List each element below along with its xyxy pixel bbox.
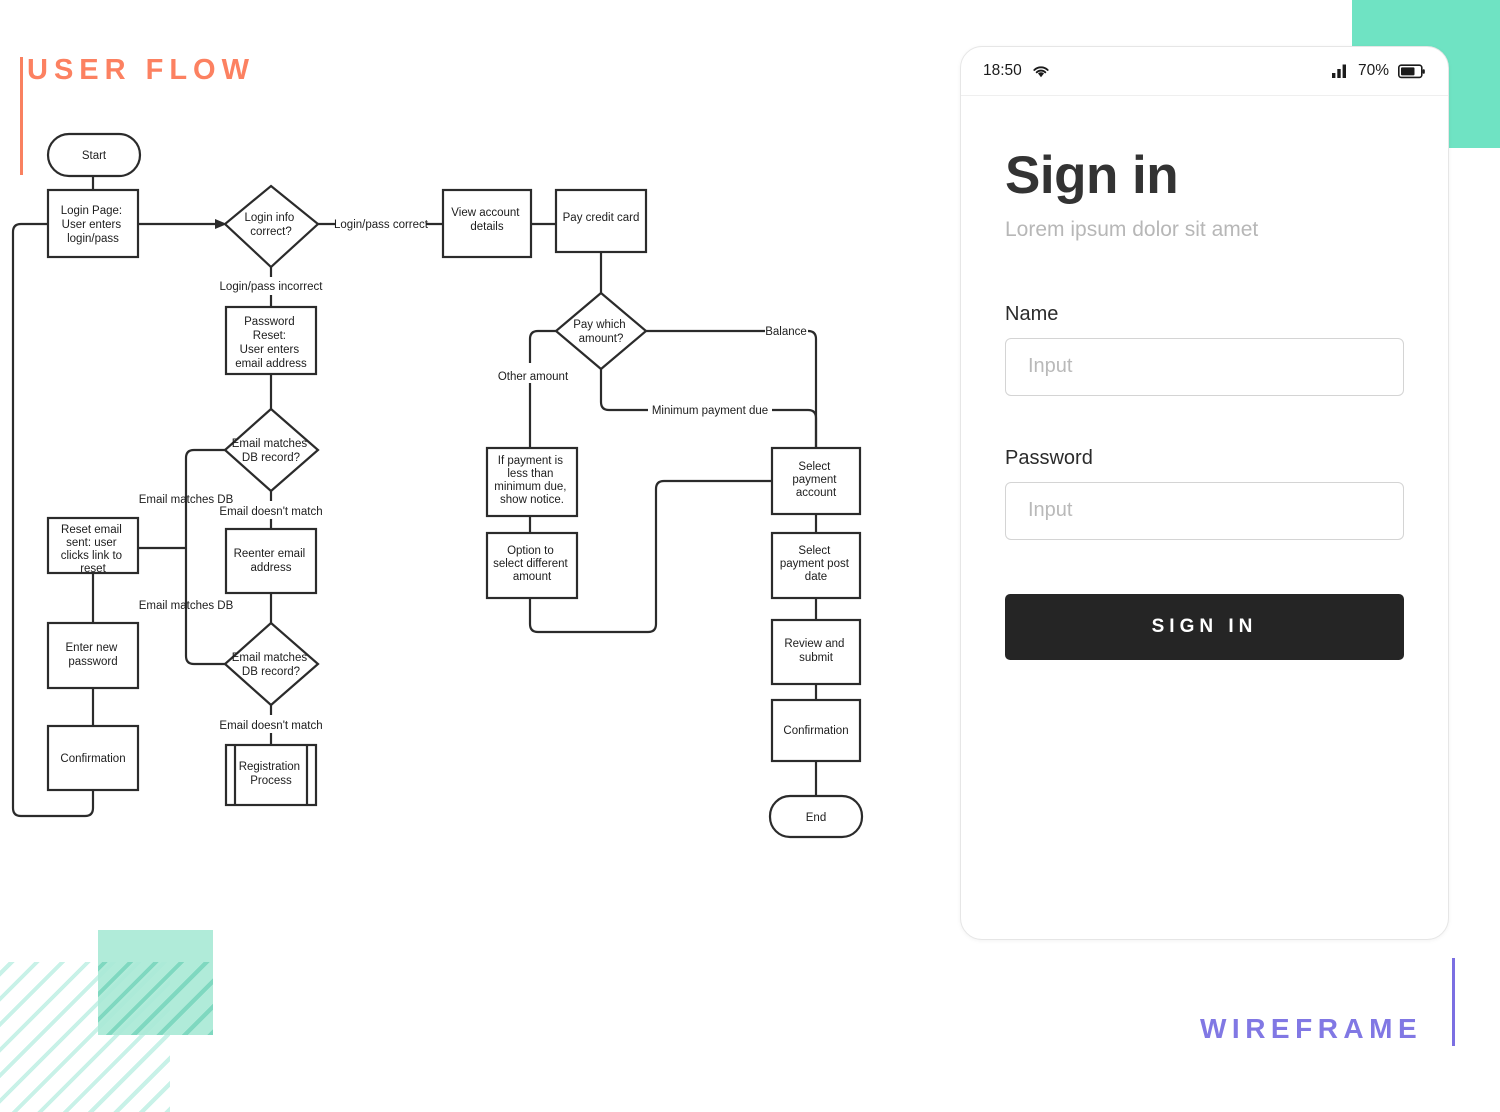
edge-label-other-amount: Other amount: [498, 371, 569, 383]
status-time: 18:50: [983, 62, 1022, 79]
signin-screen: Sign in Lorem ipsum dolor sit amet Name …: [961, 96, 1448, 660]
node-login-page-label: Login Page: User enters login/pass: [61, 205, 126, 245]
edge-label-login-pass-correct: Login/pass correct: [334, 219, 429, 231]
page-heading: Sign in: [1005, 146, 1179, 205]
name-field-label: Name: [1005, 302, 1059, 325]
name-input[interactable]: Input: [1005, 337, 1404, 396]
decor-stripes-overlay: [98, 962, 213, 1035]
node-confirmation-left-label: Confirmation: [60, 753, 125, 765]
node-less-than-minimum-label: If payment is less than minimum due, sho…: [494, 455, 569, 506]
status-bar-right: 70%: [1331, 62, 1426, 80]
edge-label-email-doesnt-match-1: Email doesn't match: [219, 506, 322, 518]
status-bar: 18:50 70%: [961, 47, 1448, 96]
edge-other-amount-1: [528, 329, 556, 363]
user-flow-diagram: Start Login Page: User enters login/pass…: [11, 132, 864, 839]
edge-label-login-pass-incorrect: Login/pass incorrect: [220, 281, 324, 293]
phone-mockup: 18:50 70% Sign in Lorem ipsum dolor sit …: [960, 46, 1449, 940]
edge-label-balance: Balance: [765, 326, 807, 338]
signal-bars-icon: [1331, 64, 1346, 78]
node-pay-credit-card-label: Pay credit card: [563, 212, 640, 224]
edge-min-payment-1: [599, 369, 648, 412]
status-bar-left: 18:50: [983, 62, 1051, 80]
node-end-label: End: [806, 812, 826, 824]
logo-accent-rule: [1452, 958, 1455, 1046]
node-email-matches-2: [223, 621, 320, 707]
battery-icon: [1398, 63, 1425, 78]
password-field-label: Password: [1005, 446, 1093, 469]
node-confirmation-right-label: Confirmation: [783, 725, 848, 737]
password-input-placeholder: Input: [1028, 499, 1073, 522]
edge-min-payment-2: [772, 408, 818, 448]
wifi-icon: [1033, 65, 1049, 77]
edge-label-email-matches-db-2: Email matches DB: [139, 600, 234, 612]
edge-label-email-matches-db-1: Email matches DB: [139, 494, 234, 506]
edge-label-email-doesnt-match-2: Email doesn't match: [219, 720, 322, 732]
node-pay-which-amount: [554, 291, 648, 371]
node-start-label: Start: [82, 150, 107, 162]
brand-logo: WIREFRAME: [1200, 1013, 1423, 1044]
edge-label-minimum-payment-due: Minimum payment due: [652, 405, 768, 417]
battery-percent: 70%: [1357, 62, 1389, 79]
node-select-payment-account-label: Select payment account: [792, 461, 839, 499]
node-reenter-email: [224, 527, 318, 595]
page-subheading: Lorem ipsum dolor sit amet: [1005, 217, 1259, 241]
node-email-matches-1: [223, 407, 320, 493]
sign-in-button[interactable]: SIGN IN: [1005, 593, 1404, 660]
password-input[interactable]: Input: [1005, 481, 1404, 540]
name-input-placeholder: Input: [1028, 355, 1073, 378]
edge-balance-2: [807, 329, 818, 448]
